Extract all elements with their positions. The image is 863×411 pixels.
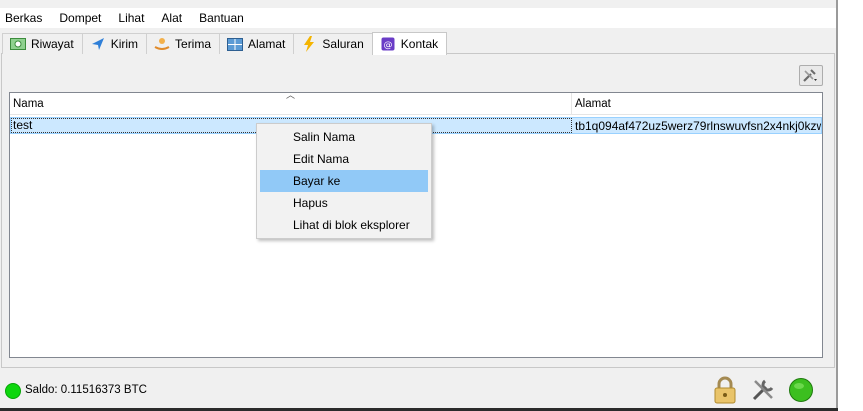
menu-item-salin-nama[interactable]: Salin Nama — [260, 126, 428, 148]
contacts-icon: @ — [380, 37, 396, 51]
menu-bantuan[interactable]: Bantuan — [199, 11, 254, 25]
desktop-background — [838, 0, 863, 411]
tab-terima-label: Terima — [175, 37, 212, 51]
column-header-nama-label: Nama — [13, 98, 44, 110]
tab-terima[interactable]: Terima — [146, 33, 221, 54]
tools-icon — [803, 69, 817, 82]
tab-riwayat[interactable]: Riwayat — [2, 33, 83, 54]
tab-saluran-label: Saluran — [322, 37, 364, 51]
tab-riwayat-label: Riwayat — [31, 37, 74, 51]
tab-kirim[interactable]: Kirim — [81, 33, 148, 54]
preferences-icon[interactable] — [749, 376, 777, 404]
menu-berkas[interactable]: Berkas — [5, 11, 52, 25]
receive-icon — [154, 37, 170, 51]
context-menu: Salin Nama Edit Nama Bayar ke Hapus Liha… — [256, 123, 432, 239]
sort-ascending-icon: ︿ — [286, 90, 296, 100]
send-icon — [90, 37, 106, 51]
tab-alamat[interactable]: Alamat — [219, 33, 295, 54]
menu-item-edit-nama[interactable]: Edit Nama — [260, 148, 428, 170]
network-status-icon[interactable] — [787, 376, 815, 404]
svg-text:@: @ — [383, 41, 392, 51]
menu-item-bayar-ke[interactable]: Bayar ke — [260, 170, 428, 192]
tab-kirim-label: Kirim — [110, 37, 139, 51]
lightning-icon — [301, 36, 317, 52]
wallet-window: Berkas Dompet Lihat Alat Bantuan Riwayat… — [0, 0, 838, 411]
tools-menu-button[interactable] — [799, 65, 823, 86]
tab-kontak-label: Kontak — [400, 37, 439, 51]
tab-alamat-label: Alamat — [248, 37, 286, 51]
history-icon — [10, 37, 26, 51]
column-header-alamat-label: Alamat — [575, 98, 611, 110]
status-indicator-icon — [5, 383, 21, 399]
menu-lihat[interactable]: Lihat — [118, 11, 154, 25]
column-header-alamat[interactable]: Alamat — [572, 93, 822, 115]
menu-dompet[interactable]: Dompet — [59, 11, 111, 25]
column-header-nama[interactable]: ︿ Nama — [10, 90, 572, 115]
lock-icon[interactable] — [711, 376, 739, 404]
tab-bar: Riwayat Kirim Terima Alamat Saluran @ Ko… — [0, 32, 836, 55]
menu-alat[interactable]: Alat — [161, 11, 192, 25]
addresses-icon — [227, 37, 244, 51]
menu-item-lihat-eksplorer[interactable]: Lihat di blok eksplorer — [260, 214, 428, 236]
cell-alamat[interactable]: tb1q094af472uz5werz79rlnswuvfsn2x4nkj0kz… — [572, 119, 821, 133]
table-header: ︿ Nama Alamat — [10, 90, 822, 115]
status-bar: Saldo: 0.11516373 BTC — [0, 370, 836, 408]
balance-text: Saldo: 0.11516373 BTC — [25, 384, 147, 396]
menu-bar: Berkas Dompet Lihat Alat Bantuan — [0, 8, 836, 28]
tab-kontak[interactable]: @ Kontak — [371, 32, 448, 55]
menu-item-hapus[interactable]: Hapus — [260, 192, 428, 214]
tab-saluran[interactable]: Saluran — [293, 33, 373, 54]
